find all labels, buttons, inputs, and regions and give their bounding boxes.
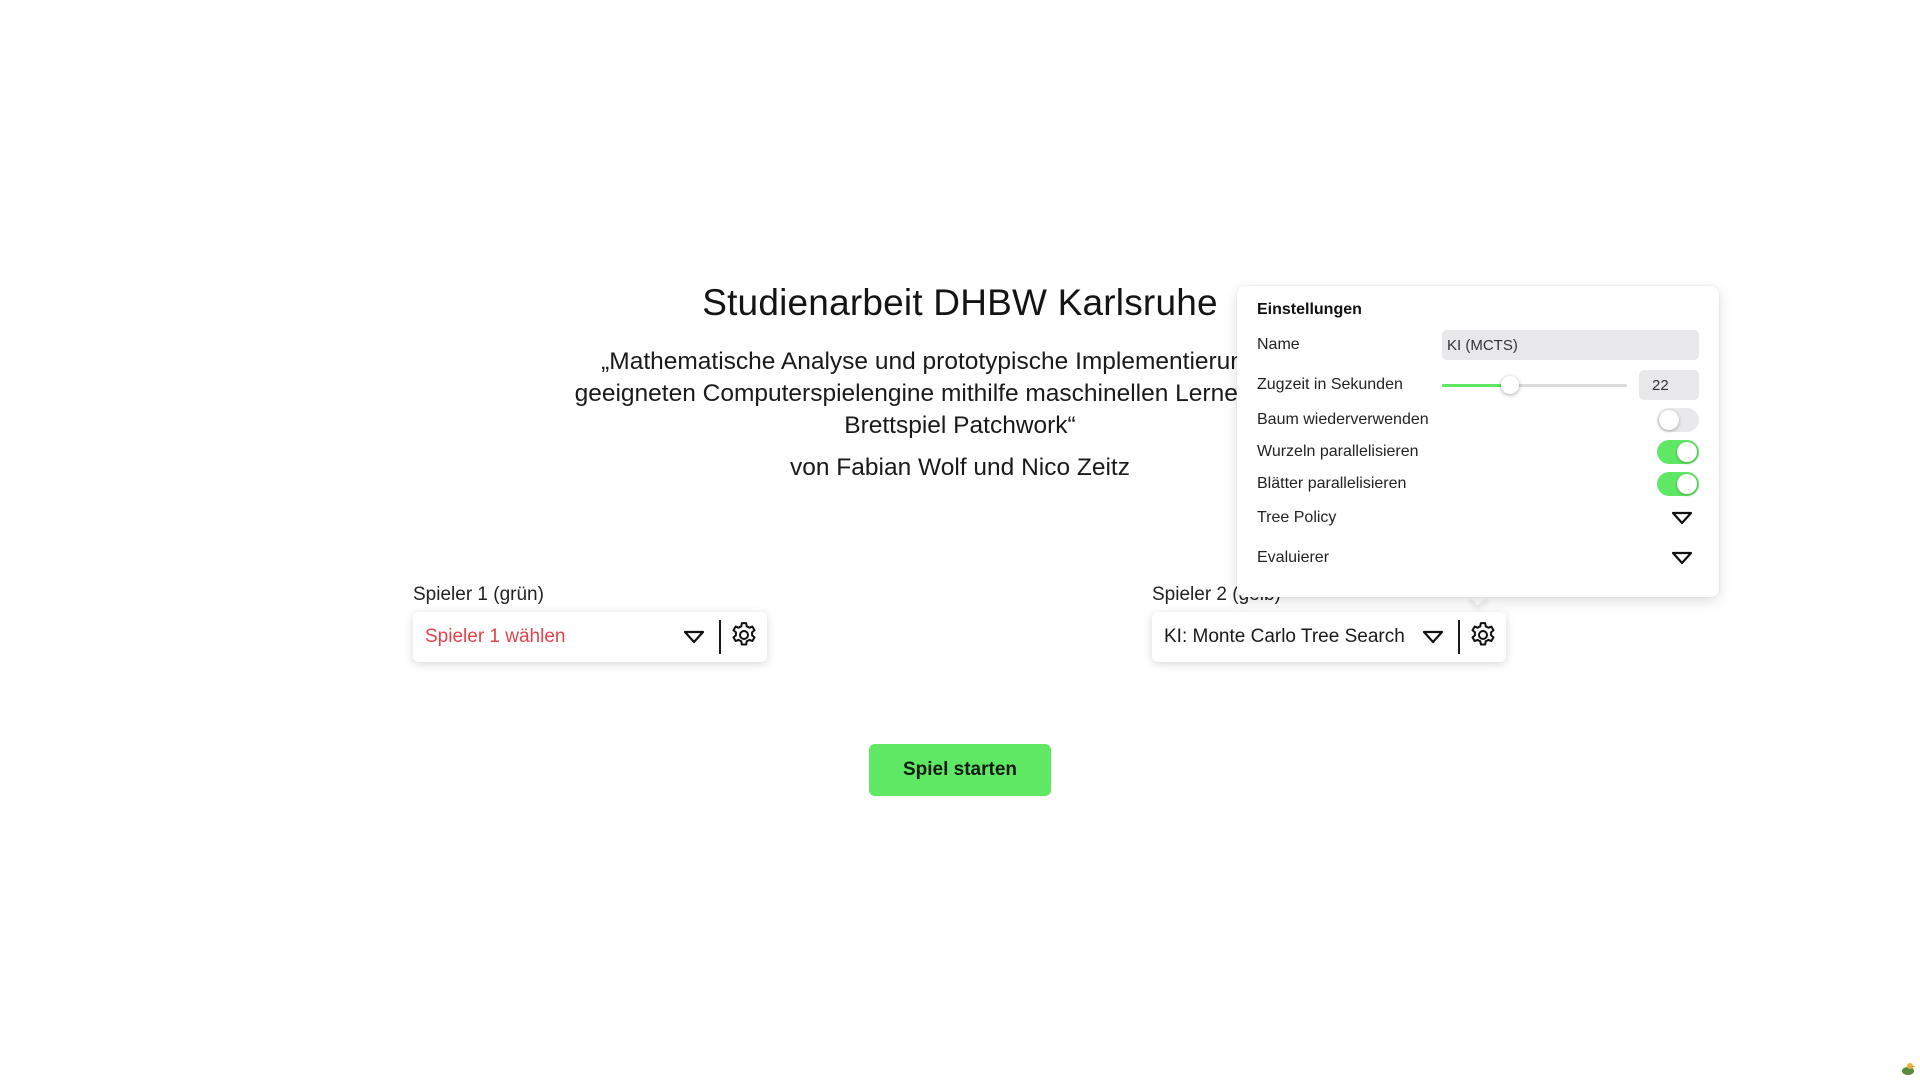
- gear-icon: [729, 620, 759, 655]
- toggle-knob: [1659, 410, 1679, 430]
- settings-row-tree-policy[interactable]: Tree Policy: [1257, 509, 1699, 527]
- player2-select[interactable]: KI: Monte Carlo Tree Search: [1152, 612, 1458, 662]
- time-number-input[interactable]: [1639, 370, 1699, 400]
- triangle-down-icon[interactable]: [1671, 511, 1693, 525]
- name-label: Name: [1257, 336, 1300, 353]
- tree-policy-label: Tree Policy: [1257, 509, 1337, 526]
- toggle-knob: [1677, 474, 1697, 494]
- player1-label: Spieler 1 (grün): [413, 584, 544, 605]
- root-parallel-toggle[interactable]: [1657, 440, 1699, 464]
- time-label: Zugzeit in Sekunden: [1257, 376, 1403, 393]
- triangle-down-icon[interactable]: [1671, 551, 1693, 565]
- toggle-knob: [1677, 442, 1697, 462]
- reuse-tree-label: Baum wiederverwenden: [1257, 411, 1429, 428]
- player1-select[interactable]: Spieler 1 wählen: [413, 612, 719, 662]
- leaf-parallel-toggle[interactable]: [1657, 472, 1699, 496]
- evaluator-label: Evaluierer: [1257, 549, 1330, 566]
- gear-icon: [1468, 620, 1498, 655]
- settings-row-leaf-parallel: Blätter parallelisieren: [1257, 472, 1699, 496]
- settings-title: Einstellungen: [1257, 301, 1362, 318]
- leaf-parallel-label: Blätter parallelisieren: [1257, 475, 1407, 492]
- settings-row-time: Zugzeit in Sekunden: [1257, 370, 1699, 400]
- settings-row-name: Name: [1257, 330, 1699, 360]
- settings-row-reuse-tree: Baum wiederverwenden: [1257, 408, 1699, 432]
- player1-select-value: Spieler 1 wählen: [425, 626, 566, 647]
- player2-settings-button[interactable]: [1460, 612, 1506, 662]
- player2-picker: KI: Monte Carlo Tree Search: [1152, 612, 1506, 662]
- player2-select-value: KI: Monte Carlo Tree Search: [1164, 626, 1405, 647]
- start-game-button[interactable]: Spiel starten: [869, 744, 1051, 796]
- name-input[interactable]: [1442, 330, 1699, 360]
- root-parallel-label: Wurzeln parallelisieren: [1257, 443, 1419, 460]
- time-slider-fill: [1442, 384, 1511, 387]
- triangle-down-icon: [1422, 630, 1444, 644]
- settings-popover: Einstellungen Name Zugzeit in Sekunden B…: [1237, 286, 1719, 597]
- time-slider-thumb[interactable]: [1501, 376, 1520, 394]
- time-slider[interactable]: [1442, 370, 1627, 400]
- player1-settings-button[interactable]: [721, 612, 767, 662]
- settings-row-root-parallel: Wurzeln parallelisieren: [1257, 440, 1699, 464]
- player1-picker: Spieler 1 wählen: [413, 612, 767, 662]
- reuse-tree-toggle[interactable]: [1657, 408, 1699, 432]
- triangle-down-icon: [683, 630, 705, 644]
- duck-tray-icon: [1900, 1060, 1916, 1076]
- settings-row-evaluator[interactable]: Evaluierer: [1257, 549, 1699, 567]
